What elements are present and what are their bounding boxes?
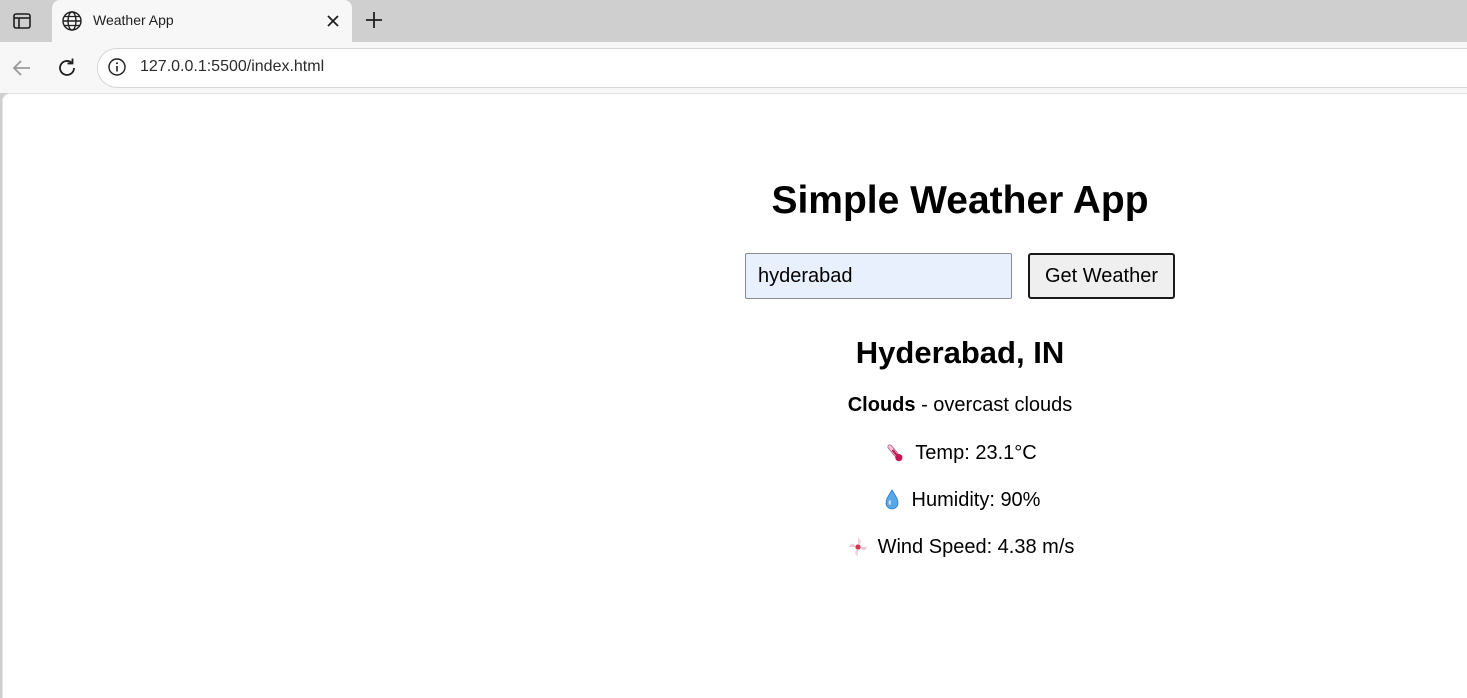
condition-separator: - — [915, 394, 934, 416]
close-icon[interactable] — [324, 12, 342, 30]
info-icon[interactable] — [107, 57, 127, 77]
temperature-text: Temp: 23.1°C — [915, 441, 1037, 464]
globe-icon — [62, 11, 82, 31]
droplet-icon — [885, 489, 898, 510]
reload-icon[interactable] — [55, 56, 79, 80]
thermometer-icon — [887, 444, 903, 462]
city-input[interactable] — [745, 253, 1012, 299]
tab-actions-icon — [13, 13, 31, 29]
wind-icon — [848, 538, 867, 556]
wind-speed-text: Wind Speed: 4.38 m/s — [877, 535, 1075, 558]
humidity-text: Humidity: 90% — [911, 488, 1041, 511]
url-text[interactable]: 127.0.0.1:5500/index.html — [140, 58, 324, 76]
new-tab-icon[interactable] — [364, 10, 384, 30]
humidity-line: Humidity: 90% — [723, 488, 1197, 512]
condition-description: overcast clouds — [933, 394, 1073, 416]
get-weather-button[interactable]: Get Weather — [1028, 253, 1175, 299]
wind-line: Wind Speed: 4.38 m/s — [723, 535, 1197, 559]
tab-strip: Weather App — [0, 0, 1467, 42]
tab-actions-button[interactable] — [0, 0, 44, 42]
location-heading: Hyderabad, IN — [855, 335, 1065, 370]
page-viewport: Simple Weather App Get Weather Hyderabad… — [2, 93, 1467, 698]
condition-line: Clouds - overcast clouds — [723, 394, 1197, 417]
tab-title: Weather App — [93, 12, 174, 28]
active-tab[interactable]: Weather App — [52, 0, 352, 42]
condition-main: Clouds — [847, 394, 916, 416]
temperature-line: Temp: 23.1°C — [723, 441, 1197, 465]
back-arrow-icon[interactable] — [10, 56, 34, 80]
page-title: Simple Weather App — [771, 179, 1149, 222]
